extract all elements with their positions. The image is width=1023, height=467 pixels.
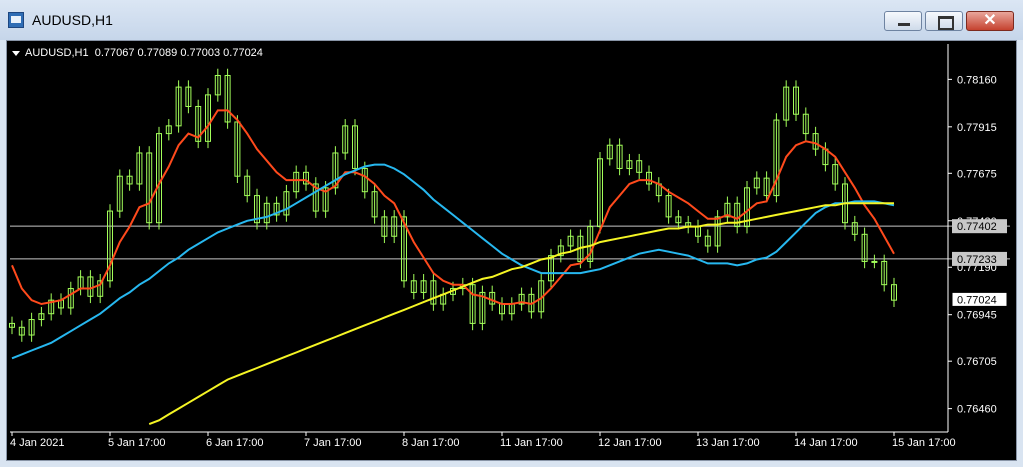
- x-tick-label: 14 Jan 17:00: [794, 437, 858, 449]
- chart-header: AUDUSD,H1 0.77067 0.77089 0.77003 0.7702…: [12, 47, 263, 59]
- x-tick-label: 7 Jan 17:00: [304, 437, 362, 449]
- y-tick-label: 0.76705: [957, 356, 997, 368]
- y-tick-label: 0.77915: [957, 122, 997, 134]
- ohlc-values: 0.77067 0.77089 0.77003 0.77024: [94, 47, 263, 59]
- y-tick-label: 0.76460: [957, 404, 997, 416]
- ma-fast-line: [11, 109, 895, 306]
- ma-slow-line: [148, 202, 894, 426]
- ma-mid-line: [11, 163, 895, 360]
- x-tick-label: 13 Jan 17:00: [696, 437, 760, 449]
- x-tick-label: 5 Jan 17:00: [108, 437, 166, 449]
- symbol-timeframe: AUDUSD,H1: [25, 47, 89, 59]
- x-tick-label: 8 Jan 17:00: [402, 437, 460, 449]
- dropdown-arrow-icon[interactable]: [12, 50, 20, 56]
- price-level-label: 0.77402: [957, 221, 997, 233]
- y-tick-label: 0.76945: [957, 310, 997, 322]
- price-level-label: 0.77024: [957, 294, 997, 306]
- y-tick-label: 0.78160: [957, 74, 997, 86]
- price-level-label: 0.77233: [957, 254, 997, 266]
- x-tick-label: 6 Jan 17:00: [206, 437, 264, 449]
- price-chart[interactable]: 0.781600.779150.776750.774300.771900.769…: [0, 0, 1023, 467]
- x-tick-label: 12 Jan 17:00: [598, 437, 662, 449]
- x-tick-label: 4 Jan 2021: [10, 437, 64, 449]
- y-tick-label: 0.77675: [957, 168, 997, 180]
- x-tick-label: 15 Jan 17:00: [892, 437, 956, 449]
- candle-body: [871, 260, 878, 263]
- x-tick-label: 11 Jan 17:00: [500, 437, 563, 449]
